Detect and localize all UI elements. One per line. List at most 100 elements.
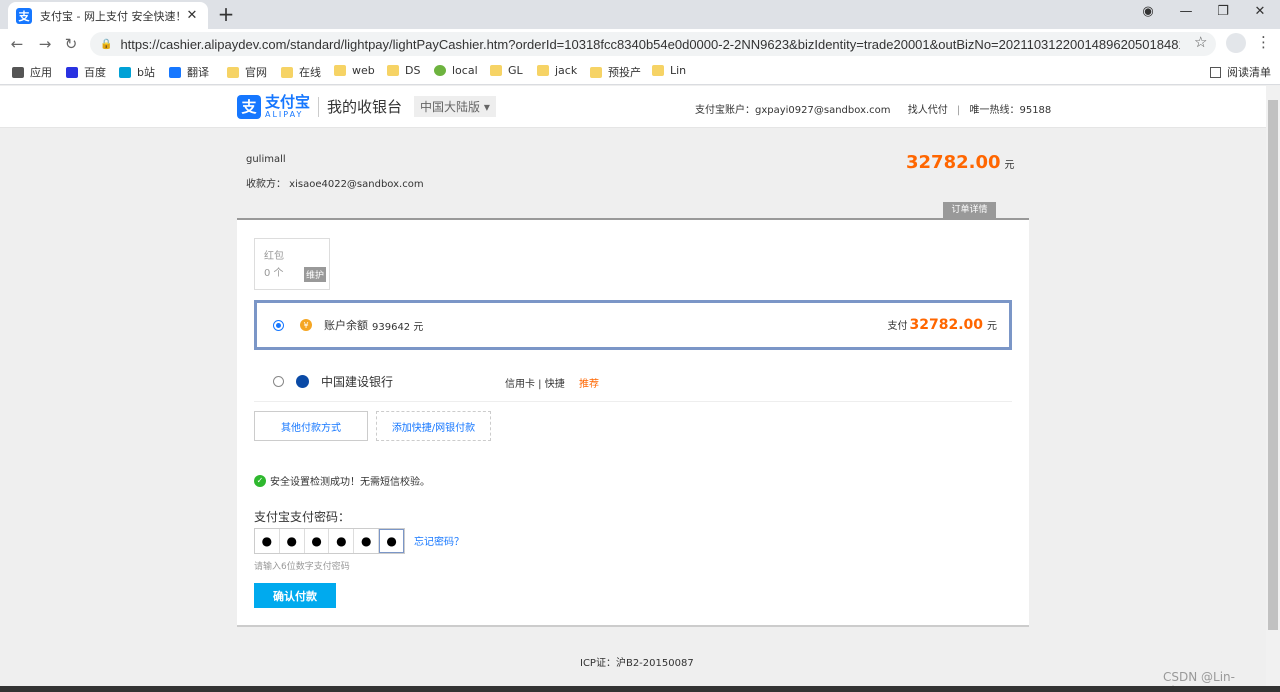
folder-icon [281, 66, 293, 78]
bookmark-apps[interactable]: 应用 [12, 64, 52, 80]
pay-amount: 32782.00 [909, 317, 983, 333]
balance-label: 账户余额 [324, 319, 368, 332]
password-digit[interactable]: ● [255, 529, 280, 553]
window-close-icon[interactable]: ✕ [1250, 4, 1270, 19]
other-payment-button[interactable]: 其他付款方式 [254, 411, 368, 441]
check-icon: ✓ [254, 474, 266, 487]
proxy-pay-link[interactable]: 找人代付 [908, 105, 948, 116]
bank-tags: 信用卡 | 快捷 [505, 379, 565, 390]
folder-icon [387, 65, 399, 76]
balance-radio[interactable] [273, 319, 284, 331]
bank-label: 中国建设银行 [321, 375, 394, 389]
bookmark-bilibili[interactable]: b站 [119, 64, 155, 80]
payee-text: 收款方： xisaoe4022@sandbox.com [246, 179, 424, 190]
forward-icon[interactable]: → [36, 35, 54, 53]
confirm-payment-button[interactable]: 确认付款 [254, 583, 336, 608]
alipay-logo[interactable]: 支 支付宝 ALIPAY 我的收银台 中国大陆版 ▾ [237, 94, 496, 119]
bookmark-preprod[interactable]: 预投产 [590, 64, 641, 80]
password-hint: 请输入6位数字支付密码 [254, 562, 350, 572]
leaf-icon [434, 65, 446, 76]
tab-title: 支付宝 - 网上支付 安全快速！ [40, 9, 184, 23]
bookmark-baidu[interactable]: 百度 [66, 64, 106, 80]
payment-card: 红包 0 个 维护 ¥ 账户余额 939642 元 支付 32782.00 元 中国… [237, 218, 1029, 627]
password-label: 支付宝支付密码： [254, 510, 351, 524]
balance-pay-amount: 支付 32782.00 元 [887, 317, 997, 333]
translate-icon [169, 66, 181, 78]
alipay-logo-icon: 支 [237, 94, 261, 119]
more-icon[interactable]: ⋮ [1256, 33, 1271, 51]
bookmark-official[interactable]: 官网 [227, 64, 267, 80]
bookmark-web[interactable]: web [334, 64, 375, 77]
bilibili-icon [119, 66, 131, 78]
amount-unit: 元 [1004, 160, 1015, 171]
bookmark-local[interactable]: local [434, 64, 478, 77]
folder-icon [652, 65, 664, 76]
alipay-favicon-icon: 支 [16, 7, 32, 24]
region-select[interactable]: 中国大陆版 ▾ [414, 96, 496, 117]
password-digit[interactable]: ● [329, 529, 355, 553]
bank-payment-option[interactable]: 中国建设银行 信用卡 | 快捷 推荐 [254, 362, 1012, 402]
avatar[interactable] [1226, 33, 1246, 53]
folder-icon [227, 66, 239, 78]
password-digit[interactable]: ● [305, 529, 330, 553]
order-amount: 32782.00 元 [906, 152, 1015, 173]
taskbar-edge [0, 686, 1280, 692]
bank-radio[interactable] [273, 376, 284, 387]
browser-tabbar: 支 支付宝 - 网上支付 安全快速！ ✕ + ◉ — ❐ ✕ [0, 0, 1280, 29]
password-digit[interactable]: ● [354, 529, 380, 553]
minimize-icon[interactable]: — [1176, 4, 1196, 19]
password-input[interactable]: ● ● ● ● ● ● [254, 528, 405, 554]
password-digit[interactable]: ● [379, 529, 404, 553]
password-digit[interactable]: ● [280, 529, 305, 553]
bookmark-jack[interactable]: jack [537, 64, 577, 77]
url-text: https://cashier.alipaydev.com/standard/l… [120, 36, 1181, 52]
star-icon[interactable]: ☆ [1194, 33, 1207, 51]
reading-list[interactable]: 阅读清单 [1210, 64, 1271, 80]
balance-payment-option[interactable]: ¥ 账户余额 939642 元 支付 32782.00 元 [254, 300, 1012, 350]
amount-value: 32782.00 [906, 152, 1001, 173]
red-packet[interactable]: 红包 0 个 维护 [254, 238, 330, 290]
maintenance-badge: 维护 [304, 267, 327, 282]
pay-prefix: 支付 [887, 321, 908, 332]
page-title: 我的收银台 [327, 98, 403, 116]
scrollbar-thumb[interactable] [1268, 100, 1278, 630]
security-text: 安全设置检测成功！无需短信校验。 [270, 477, 430, 488]
forgot-password-link[interactable]: 忘记密码？ [414, 533, 464, 548]
divider [318, 96, 320, 117]
hotline-text: 唯一热线：95188 [969, 105, 1052, 116]
bookmark-ds[interactable]: DS [387, 64, 420, 77]
bookmark-lin[interactable]: Lin [652, 64, 686, 77]
address-bar-row: ← → ↻ 🔒 https://cashier.alipaydev.com/st… [0, 29, 1280, 59]
bookmark-gl[interactable]: GL [490, 64, 523, 77]
browser-tab[interactable]: 支 支付宝 - 网上支付 安全快速！ ✕ [8, 2, 208, 29]
bookmarks-bar: 应用 百度 b站 翻译 官网 在线 web DS local GL jack 预… [0, 59, 1280, 85]
new-tab-button[interactable]: + [216, 4, 236, 24]
folder-icon [334, 65, 346, 76]
coin-icon: ¥ [300, 319, 312, 331]
pay-unit: 元 [987, 321, 997, 332]
order-detail-button[interactable]: 订单详情 [943, 202, 996, 218]
folder-icon [537, 65, 549, 76]
add-payment-button[interactable]: 添加快捷/网银付款 [376, 411, 491, 441]
logo-cn: 支付宝 [265, 93, 311, 111]
back-icon[interactable]: ← [8, 35, 26, 53]
icp-license: ICP证：沪B2-20150087 [580, 658, 694, 669]
logo-en: ALIPAY [265, 110, 304, 119]
folder-icon [590, 66, 602, 78]
cashier-header: 支 支付宝 ALIPAY 我的收银台 中国大陆版 ▾ 支付宝账户：gxpayi0… [0, 86, 1266, 128]
profile-menu-icon[interactable]: ◉ [1138, 4, 1158, 19]
bookmark-online[interactable]: 在线 [281, 64, 321, 80]
security-check: ✓ 安全设置检测成功！无需短信校验。 [254, 473, 430, 488]
lock-icon: 🔒 [100, 38, 113, 50]
ccb-bank-icon [296, 375, 309, 388]
close-icon[interactable]: ✕ [184, 8, 200, 23]
maximize-icon[interactable]: ❐ [1213, 4, 1233, 19]
cashier-page: 支 支付宝 ALIPAY 我的收银台 中国大陆版 ▾ 支付宝账户：gxpayi0… [0, 86, 1266, 692]
merchant-name: gulimall [246, 154, 286, 165]
baidu-icon [66, 66, 78, 78]
apps-icon [12, 66, 24, 78]
url-input[interactable]: 🔒 https://cashier.alipaydev.com/standard… [90, 32, 1216, 56]
bookmark-translate[interactable]: 翻译 [169, 64, 209, 80]
header-info: 支付宝账户：gxpayi0927@sandbox.com 找人代付 | 唯一热线… [695, 101, 1051, 116]
reload-icon[interactable]: ↻ [62, 35, 80, 53]
